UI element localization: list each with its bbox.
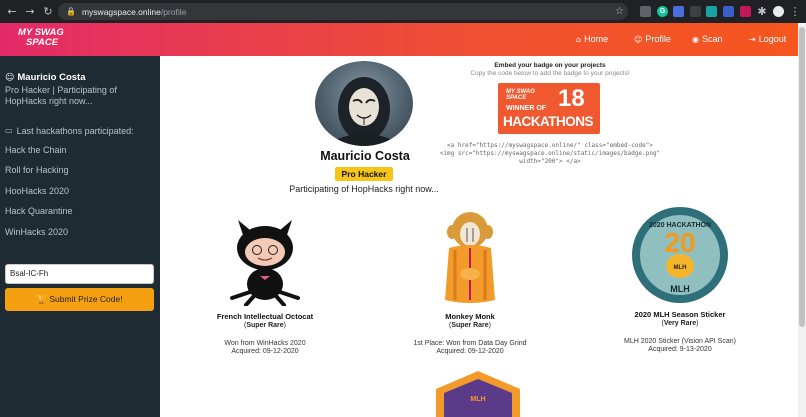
extension-icon[interactable] [673,6,684,17]
sticker-name: 2020 MLH Season Sticker [634,310,726,319]
app-header: MY SWAG SPACE ⌂ Home ☺ Profile ◉ Scan ⇥ … [0,23,798,56]
embed-code-line: <a href="https://myswagspace.online/" cl… [447,142,653,149]
hackathon-item[interactable]: Roll for Hacking [5,165,69,175]
badge-hackathons-text: HACKATHONS [503,114,594,129]
embed-title: Embed your badge on your projects [494,62,606,69]
url-domain: myswagspace.online [81,6,161,17]
prize-code-input[interactable]: Bsal-IC-Fh [5,264,154,284]
octocat-sticker-image [230,220,300,306]
sidebar-user-name: ☺ Mauricio Costa [5,72,86,83]
svg-text:MLH: MLH [674,265,687,271]
scan-icon: ◉ [692,34,699,44]
browser-toolbar: ← → ↻ 🔒 myswagspace.online /profile ☆ G … [0,0,806,23]
hackathon-badge-image: MY SWAG SPACE 18 WINNER OF HACKATHONS [498,83,600,134]
sticker-rarity-text: Super Rare [246,322,284,329]
sticker-date: Acquired: 09-12-2020 [231,348,299,355]
profile-avatar [315,61,413,146]
embed-code[interactable]: <a href="https://myswagspace.online/" cl… [430,142,670,166]
grammarly-extension-icon[interactable]: G [657,6,668,17]
monkey-monk-sticker-image [445,212,495,303]
svg-text:MLH: MLH [670,284,690,294]
nav-logout-label: Logout [758,34,787,44]
user-circle-icon: ☺ [5,72,15,83]
extension-icon[interactable] [690,6,701,17]
logo-line2: SPACE [26,37,59,48]
back-icon[interactable]: ← [3,5,21,18]
menu-dots-icon[interactable]: ⋮ [786,5,804,18]
embed-code-line: <img src="https://myswagspace.online/sta… [439,150,661,157]
hackathons-heading-text: Last hackathons participated: [16,126,134,136]
mlh-season-sticker-image: 2020 HACKATHON 20 MLH MLH [632,207,728,303]
sidebar: ☺ Mauricio Costa Pro Hacker | Participat… [0,56,160,417]
badge-winner-text: WINNER OF [506,105,547,112]
logout-icon: ⇥ [749,34,756,44]
sticker-card: Monkey Monk (Super Rare) 1st Place: Won … [385,208,555,355]
app-logo[interactable]: MY SWAG SPACE [18,28,64,48]
sticker-source: 1st Place: Won from Data Day Grind [413,340,527,347]
hackathon-item[interactable]: HooHacks 2020 [5,186,69,196]
forward-icon[interactable]: → [21,5,39,18]
nav-scan[interactable]: ◉ Scan [692,34,723,44]
extension-icon[interactable] [640,6,651,17]
embed-code-line: width="200"> </a> [519,158,581,165]
nav-logout[interactable]: ⇥ Logout [749,34,786,44]
embed-subtitle: Copy the code below to add the badge to … [470,70,630,77]
hackathon-item[interactable]: Hack Quarantine [5,206,73,216]
sticker-rarity: (Super Rare) [448,322,492,329]
sticker-card: French Intellectual Octocat (Super Rare)… [180,208,350,355]
sidebar-name-text: Mauricio Costa [17,72,86,83]
puzzle-icon[interactable]: ✱ [753,5,771,18]
profile-name: Mauricio Costa [320,149,410,163]
profile-avatar-icon[interactable] [773,6,784,17]
nav-home-label: Home [584,34,609,44]
extension-icon[interactable] [723,6,734,17]
sticker-name: French Intellectual Octocat [216,312,314,321]
sticker-rarity-text: Very Rare [663,320,697,327]
svg-text:MLH: MLH [470,396,485,403]
hackathon-item[interactable]: WinHacks 2020 [5,227,68,237]
lock-icon: 🔒 [66,7,76,16]
nav-profile-label: Profile [645,34,671,44]
trophy-icon: 🏆 [36,295,47,305]
person-icon: ☺ [634,34,643,44]
scrollbar-thumb[interactable] [799,27,805,327]
sidebar-bio: Pro Hacker | Participating of HopHacks r… [5,85,117,106]
sticker-name: Monkey Monk [445,312,495,321]
extension-icon[interactable] [740,6,751,17]
sticker-rarity: (Super Rare) [243,322,287,329]
sticker-partial-image: MLH [436,371,520,417]
nav-profile[interactable]: ☺ Profile [634,34,671,44]
sticker-source: MLH 2020 Sticker (Vision API Scan) [624,338,736,345]
sticker-date: Acquired: 9-13-2020 [648,346,712,353]
sticker-rarity: (Very Rare) [661,320,699,327]
submit-prize-label: Submit Prize Code! [49,294,123,304]
profile-status: Participating of HopHacks right now... [289,184,439,194]
submit-prize-button[interactable]: 🏆 Submit Prize Code! [5,288,154,311]
badge-logo: MY SWAG SPACE [506,89,535,101]
sticker-source: Won from WinHacks 2020 [224,340,306,347]
svg-text:20: 20 [664,227,695,258]
level-badge: Pro Hacker [335,167,393,181]
reload-icon[interactable]: ↻ [39,5,57,18]
nav-home[interactable]: ⌂ Home [576,34,608,44]
laptop-icon: ▭ [5,126,13,135]
bookmark-star-icon[interactable]: ☆ [615,6,624,17]
main-content: Mauricio Costa Pro Hacker Participating … [160,56,798,417]
hackathon-item[interactable]: Hack the Chain [5,145,67,155]
sticker-rarity-text: Super Rare [451,322,489,329]
page-scrollbar[interactable] [798,23,806,417]
sticker-card: 2020 HACKATHON 20 MLH MLH 2020 MLH Seaso… [595,206,765,353]
nav-scan-label: Scan [701,34,723,44]
hackathons-heading: ▭ Last hackathons participated: [5,126,134,136]
extension-icon[interactable] [706,6,717,17]
home-icon: ⌂ [576,34,582,44]
address-bar[interactable]: 🔒 myswagspace.online /profile ☆ [58,3,628,20]
badge-number: 18 [558,85,585,112]
url-path: /profile [160,6,187,17]
sticker-date: Acquired: 09-12-2020 [436,348,504,355]
